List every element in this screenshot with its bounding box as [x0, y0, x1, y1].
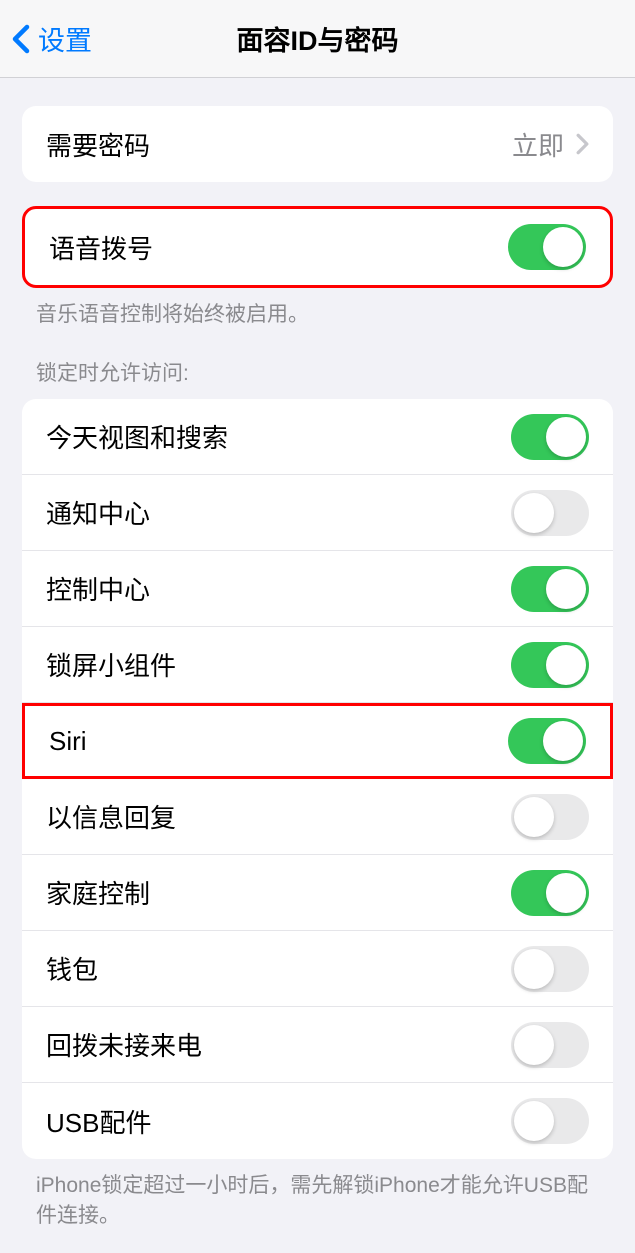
lock-item-toggle[interactable] [511, 490, 589, 536]
switch-knob [546, 417, 586, 457]
lock-item-label: 回拨未接来电 [46, 1026, 202, 1063]
lock-item-row: 通知中心 [22, 475, 613, 551]
lock-item-toggle[interactable] [511, 946, 589, 992]
lock-item-row: USB配件 [22, 1083, 613, 1159]
lock-item-row: Siri [22, 703, 613, 779]
lock-item-row: 锁屏小组件 [22, 627, 613, 703]
require-passcode-value-text: 立即 [512, 126, 564, 163]
page-title: 面容ID与密码 [237, 19, 399, 58]
require-passcode-row[interactable]: 需要密码 立即 [22, 106, 613, 182]
lock-item-label: 家庭控制 [46, 874, 150, 911]
lock-item-label: Siri [49, 726, 87, 757]
lock-item-row: 家庭控制 [22, 855, 613, 931]
lock-item-label: 以信息回复 [46, 798, 176, 835]
switch-knob [514, 493, 554, 533]
lock-item-label: 通知中心 [46, 494, 150, 531]
lock-item-label: 今天视图和搜索 [46, 418, 228, 455]
switch-knob [514, 1101, 554, 1141]
lock-section-header: 锁定时允许访问: [0, 329, 635, 395]
lock-item-toggle[interactable] [508, 718, 586, 764]
switch-knob [546, 569, 586, 609]
switch-knob [514, 797, 554, 837]
switch-knob [546, 645, 586, 685]
lock-item-row: 回拨未接来电 [22, 1007, 613, 1083]
lock-item-toggle[interactable] [511, 642, 589, 688]
voice-dial-label: 语音拨号 [49, 229, 153, 266]
switch-knob [546, 873, 586, 913]
lock-item-toggle[interactable] [511, 870, 589, 916]
lock-item-row: 今天视图和搜索 [22, 399, 613, 475]
lock-item-label: 钱包 [46, 950, 98, 987]
lock-item-row: 控制中心 [22, 551, 613, 627]
voice-dial-group: 语音拨号 [22, 206, 613, 288]
lock-item-row: 以信息回复 [22, 779, 613, 855]
back-button[interactable]: 设置 [12, 19, 92, 58]
voice-dial-footer: 音乐语音控制将始终被启用。 [0, 288, 635, 329]
lock-item-label: 控制中心 [46, 570, 150, 607]
lock-item-toggle[interactable] [511, 1098, 589, 1144]
voice-dial-toggle[interactable] [508, 224, 586, 270]
lock-item-label: USB配件 [46, 1103, 151, 1140]
back-label: 设置 [38, 19, 92, 58]
lock-item-row: 钱包 [22, 931, 613, 1007]
lock-item-toggle[interactable] [511, 566, 589, 612]
switch-knob [514, 949, 554, 989]
require-passcode-value: 立即 [512, 126, 589, 163]
switch-knob [543, 721, 583, 761]
require-passcode-label: 需要密码 [46, 126, 150, 163]
lock-section-group: 今天视图和搜索通知中心控制中心锁屏小组件 Siri 以信息回复家庭控制钱包回拨未接来… [22, 399, 613, 1159]
voice-dial-row: 语音拨号 [25, 209, 610, 285]
require-passcode-group: 需要密码 立即 [22, 106, 613, 182]
lock-item-toggle[interactable] [511, 414, 589, 460]
chevron-right-icon [576, 133, 589, 155]
lock-item-toggle[interactable] [511, 1022, 589, 1068]
chevron-left-icon [12, 24, 30, 54]
switch-knob [514, 1025, 554, 1065]
lock-item-label: 锁屏小组件 [46, 646, 176, 683]
switch-knob [543, 227, 583, 267]
header-bar: 设置 面容ID与密码 [0, 0, 635, 78]
lock-section-footer: iPhone锁定超过一小时后，需先解锁iPhone才能允许USB配件连接。 [0, 1159, 635, 1230]
lock-item-toggle[interactable] [511, 794, 589, 840]
